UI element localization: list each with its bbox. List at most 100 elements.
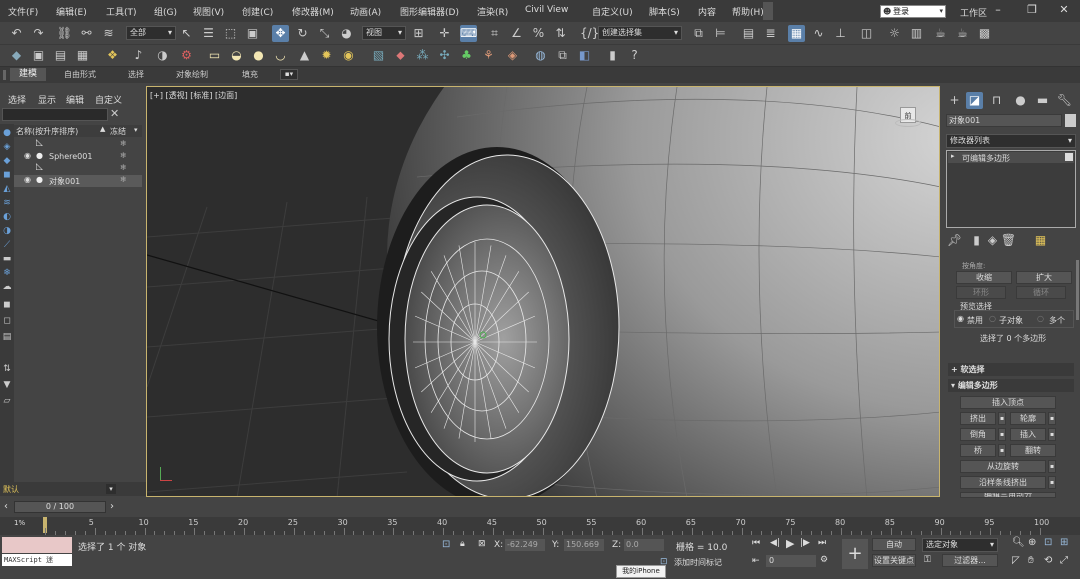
filter-spacewarps-icon[interactable]: ≋ (2, 198, 12, 208)
loop-button[interactable]: 循环 (1016, 286, 1066, 299)
isolate-icon[interactable]: ⊡ (442, 539, 450, 550)
explorer-menu-display[interactable]: 显示 (38, 93, 56, 106)
outline-settings-button[interactable]: ▪ (1048, 412, 1056, 425)
layer-dropdown-icon[interactable]: ▾ (106, 484, 116, 494)
go-to-end-icon[interactable]: ⏭ (818, 538, 826, 548)
col-name-header[interactable]: 名称(按升序排序) (16, 126, 78, 137)
select-object-icon[interactable]: ↖ (178, 25, 195, 42)
plant-icon[interactable]: ♣ (458, 47, 475, 64)
add-time-tag[interactable]: 添加时间标记 (674, 557, 722, 568)
radio-icon[interactable]: ○ (989, 314, 996, 323)
sphere-icon[interactable]: ● (250, 47, 267, 64)
rotate-icon[interactable]: ↻ (294, 25, 311, 42)
angle-snap-icon[interactable]: ∠ (508, 25, 525, 42)
time-slider-value[interactable]: 0 / 100 (14, 501, 106, 513)
selection-set-dropdown[interactable]: 创建选择集 (598, 26, 682, 40)
filter-groups-icon[interactable]: ◐ (2, 212, 12, 222)
login-dropdown[interactable]: ☻ 登录 ▾ (880, 5, 946, 18)
play-icon[interactable]: ▶ (786, 537, 794, 550)
display-none-icon[interactable]: ◻ (2, 316, 12, 326)
menu-file[interactable]: 文件(F) (8, 5, 38, 18)
align-icon[interactable]: ⊨ (712, 25, 729, 42)
dynamics-icon[interactable]: ⬥ (392, 47, 409, 64)
stack-item[interactable]: ▸ 可编辑多边形 (948, 152, 1074, 163)
filter-containers-icon[interactable]: ▬ (2, 254, 12, 264)
make-unique-icon[interactable]: ◈ (984, 232, 1001, 249)
expand-icon[interactable]: ▸ (951, 152, 955, 160)
container-icon[interactable]: ◧ (576, 47, 593, 64)
cloth-icon[interactable]: ◈ (504, 47, 521, 64)
place-icon[interactable]: ◕ (338, 25, 355, 42)
close-icon[interactable]: ✕ (110, 107, 119, 120)
maximize-viewport-icon[interactable]: ⤢ (1060, 555, 1068, 566)
shrink-button[interactable]: 收缩 (956, 271, 1012, 284)
explorer-menu-customize[interactable]: 自定义 (95, 93, 122, 106)
render-cloud-icon[interactable]: ▩ (976, 25, 993, 42)
mirror-icon[interactable]: ⧉ (690, 25, 707, 42)
sheet-icon[interactable]: ▤ (52, 47, 69, 64)
selection-filter-dropdown[interactable]: 全部 (126, 26, 176, 40)
zoom-extents-all-icon[interactable]: ⊞ (1060, 537, 1068, 548)
freeze-icon[interactable]: ❄ (120, 151, 127, 160)
dome-icon[interactable]: ◒ (228, 47, 245, 64)
snap-toggle-icon[interactable]: ⌗ (486, 25, 503, 42)
redo-icon[interactable]: ↷ (30, 25, 47, 42)
minimize-icon[interactable]: – (990, 3, 1006, 16)
menu-tools[interactable]: 工具(T) (106, 5, 137, 18)
window-crossing-icon[interactable]: ▣ (244, 25, 261, 42)
show-end-result-icon[interactable]: ▮ (968, 232, 985, 249)
explorer-row[interactable]: ◺ ❄ (14, 162, 142, 175)
xref-icon[interactable]: ▮ (604, 47, 621, 64)
menu-rendering[interactable]: 渲染(R) (477, 5, 508, 18)
filter-frozen-icon[interactable]: ❄ (2, 268, 12, 278)
extrude-button[interactable]: 挤出 (960, 412, 996, 425)
object-name-field[interactable]: 对象001 (946, 114, 1062, 127)
menu-customize[interactable]: 自定义(U) (592, 5, 633, 18)
select-by-name-icon[interactable]: ☰ (200, 25, 217, 42)
select-manipulate-icon[interactable]: ✛ (436, 25, 453, 42)
layer-explorer-icon[interactable]: ≣ (762, 25, 779, 42)
ref-coord-dropdown[interactable]: 视图 (362, 26, 406, 40)
link-constraint-icon[interactable]: ⚙ (178, 47, 195, 64)
hair-icon[interactable]: ⚘ (480, 47, 497, 64)
go-to-start-icon[interactable]: ⏮ (752, 538, 760, 548)
flip-button[interactable]: 翻转 (1010, 444, 1056, 457)
explorer-row[interactable]: ◺ ❄ (14, 138, 142, 151)
rect-selection-icon[interactable]: ⬚ (222, 25, 239, 42)
configure-sets-icon[interactable]: ▦ (1032, 232, 1049, 249)
explorer-menu-edit[interactable]: 编辑 (66, 93, 84, 106)
fov-icon[interactable]: ◸ (1012, 555, 1020, 566)
mesh-icon[interactable]: ▱ (2, 396, 12, 406)
frame-field[interactable]: 0 (766, 555, 816, 567)
chevron-down-icon[interactable]: ▾ (134, 126, 138, 134)
zoom-icon[interactable]: 🔍︎ (1012, 537, 1025, 548)
percent-snap-icon[interactable]: % (530, 25, 547, 42)
prev-frame-icon[interactable]: ‹ (4, 501, 8, 512)
hinge-settings-button[interactable]: ▪ (1048, 460, 1056, 473)
filter-funnel-icon[interactable]: ▼ (2, 380, 12, 390)
object-color-swatch[interactable] (1065, 114, 1076, 127)
render-iterative-icon[interactable]: ☕ (954, 25, 971, 42)
coord-y-field[interactable]: 150.669 (564, 539, 604, 551)
sync-selection-icon[interactable]: ⇅ (2, 364, 12, 374)
set-key-plus-icon[interactable]: + (842, 539, 868, 569)
move-icon[interactable]: ✥ (272, 25, 289, 42)
absolute-mode-icon[interactable]: ⊠ (478, 539, 486, 549)
ring-button[interactable]: 环形 (956, 286, 1006, 299)
extrude-along-spline-button[interactable]: 沿样条线挤出 (960, 476, 1046, 489)
inset-settings-button[interactable]: ▪ (1048, 428, 1056, 441)
menu-civil-view[interactable]: Civil View (525, 5, 568, 15)
zoom-all-icon[interactable]: ⊕ (1028, 537, 1036, 548)
tab-populate[interactable]: 填充 (242, 69, 258, 80)
scale-icon[interactable]: ⤡ (316, 25, 333, 42)
keyboard-shortcut-icon[interactable]: ⌨ (460, 25, 477, 42)
extrude-spline-settings-button[interactable]: ▪ (1048, 476, 1056, 489)
next-key-icon[interactable]: |▶ (800, 538, 810, 548)
invert-icon[interactable]: ▤ (2, 332, 12, 342)
bowl-icon[interactable]: ◡ (272, 47, 289, 64)
eye-icon[interactable]: ◉ (24, 151, 31, 160)
soft-selection-rollout[interactable]: + 软选择 (948, 363, 1074, 376)
menu-graph-editors[interactable]: 图形编辑器(D) (400, 5, 459, 18)
globe-icon[interactable]: ◍ (532, 47, 549, 64)
set-key-button[interactable]: 设置关键点 (872, 554, 916, 567)
